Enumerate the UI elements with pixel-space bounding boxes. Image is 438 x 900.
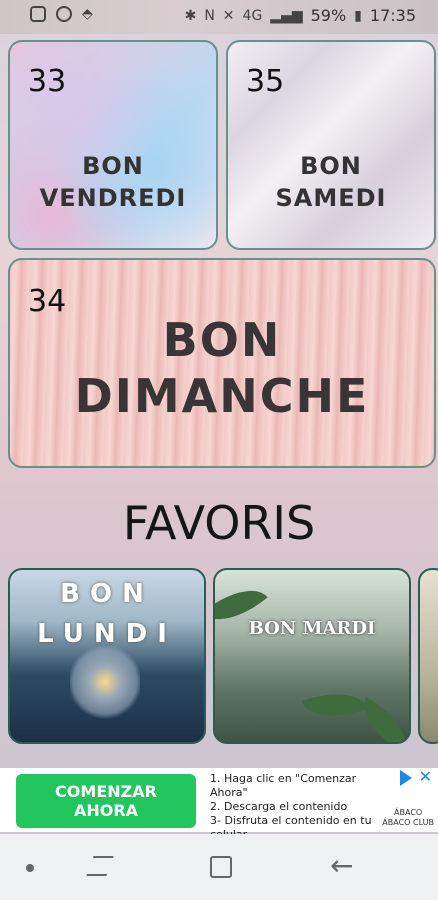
favorites-heading: FAVORIS: [122, 496, 316, 550]
card-count: 33: [28, 64, 67, 99]
bluetooth-icon: ✱: [184, 7, 197, 24]
recent-apps-icon[interactable]: [86, 856, 114, 876]
candle-jar-image: [70, 642, 140, 722]
home-icon[interactable]: [210, 856, 232, 878]
favorite-title: BON MARDI: [248, 618, 376, 639]
ad-brand-club: ÁBACO CLUB: [382, 818, 434, 827]
notification-icon: [56, 6, 72, 22]
nav-dot-icon[interactable]: [26, 864, 34, 872]
dropbox-icon: ⬘: [82, 6, 93, 22]
status-bar: ⬘ ✱ N ✕ 4G ▂▄▆ 59% ▮ 17:35: [0, 0, 438, 34]
ad-banner[interactable]: COMENZAR AHORA 1. Haga clic en "Comenzar…: [0, 767, 438, 841]
battery-icon: ▮: [354, 7, 362, 24]
ad-choices-icon[interactable]: [400, 770, 412, 786]
ad-steps: 1. Haga clic en "Comenzar Ahora" 2. Desc…: [210, 772, 390, 842]
signal-icon: ▂▄▆: [270, 7, 303, 24]
leaf-image: [301, 680, 369, 730]
card-bon-vendredi[interactable]: 33 BON VENDREDI: [8, 40, 218, 250]
card-bon-samedi[interactable]: 35 BON SAMEDI: [226, 40, 436, 250]
comenzar-ahora-button[interactable]: COMENZAR AHORA: [16, 774, 196, 828]
nfc-icon: N: [204, 7, 215, 24]
ad-step-2: 2. Descarga el contenido: [210, 800, 348, 813]
instagram-icon: [30, 6, 46, 22]
mute-icon: ✕: [222, 7, 235, 24]
card-bon-dimanche[interactable]: 34 BON DIMANCHE: [8, 258, 436, 468]
ad-step-1: 1. Haga clic en "Comenzar Ahora": [210, 772, 357, 799]
card-title: BON SAMEDI: [275, 152, 387, 212]
back-icon[interactable]: ←: [330, 852, 353, 880]
battery-percent: 59%: [310, 6, 347, 25]
close-icon[interactable]: ✕: [419, 767, 432, 786]
card-count: 35: [246, 64, 285, 99]
favorite-item-partial[interactable]: [418, 568, 438, 744]
signal-label: 4G: [242, 7, 263, 24]
clock: 17:35: [369, 6, 416, 25]
favorite-item-bon-lundi[interactable]: BON LUNDI: [8, 568, 206, 744]
card-title: BON DIMANCHE: [74, 313, 370, 423]
ad-brand: ÁBACO ÁBACO CLUB: [382, 808, 434, 828]
navigation-bar: ←: [0, 834, 438, 900]
ad-brand-name: ÁBACO: [394, 808, 423, 817]
card-title: BON VENDREDI: [39, 152, 187, 212]
favorite-item-bon-mardi[interactable]: BON MARDI: [213, 568, 411, 744]
